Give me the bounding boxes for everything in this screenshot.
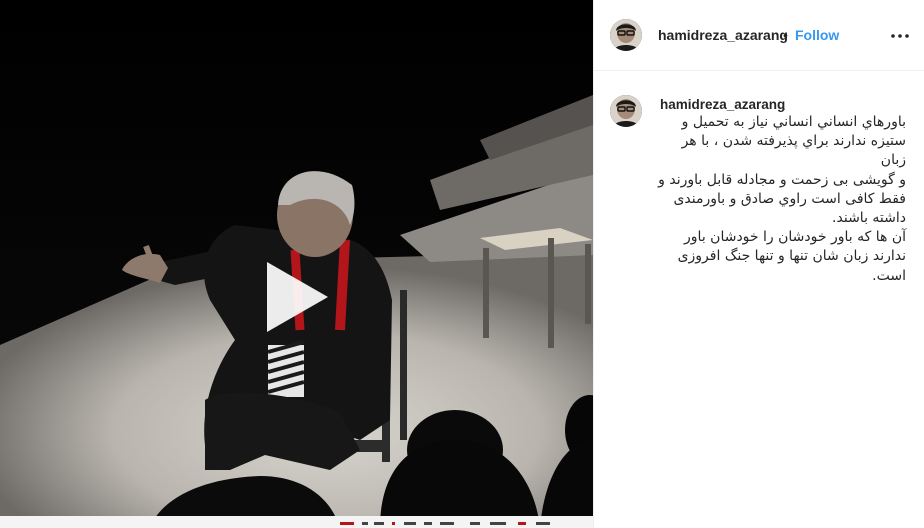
play-icon	[267, 262, 328, 332]
author-username[interactable]: hamidreza_azarang	[658, 27, 788, 43]
caption-line: ندارند زبان شان تنها و تنها جنگ افروزی	[677, 248, 906, 265]
caption-line: باورهاي انساني انساني نياز به تحميل و	[681, 114, 906, 130]
caption-line: و گويشی بی زحمت و مجادله قابل باورند و	[658, 171, 906, 188]
caption-avatar[interactable]	[610, 95, 642, 127]
caption-text: باورهاي انساني انساني نياز به تحميل و ست…	[658, 113, 906, 286]
caption-line: آن ها كه باور خودشان را خودشان باور	[684, 229, 906, 246]
post-sidebar: hamidreza_azarang • Follow hamidreza_aza…	[593, 0, 924, 528]
more-options-button[interactable]	[888, 24, 912, 48]
profile-avatar-icon	[610, 19, 642, 51]
caption-line: است.	[872, 267, 906, 284]
subtitle-fragment	[340, 522, 550, 525]
caption-username[interactable]: hamidreza_azarang	[660, 97, 785, 112]
striped-prop	[267, 340, 305, 397]
follow-button[interactable]: Follow	[795, 27, 839, 43]
caption-line: داشته باشند.	[832, 210, 906, 227]
caption-line: فقط كافی است راوي صادق و باورمندی	[673, 190, 906, 207]
caption-username-suffix: .	[782, 97, 786, 113]
header-separator: •	[783, 27, 788, 43]
post-header: hamidreza_azarang • Follow	[594, 0, 924, 71]
caption-line: ستيزه ندارند براي پذيرفته شدن ، با هر زب…	[681, 133, 906, 169]
more-options-icon	[891, 34, 909, 38]
play-button[interactable]	[262, 262, 332, 332]
video-bottom-edge	[0, 516, 593, 528]
author-avatar[interactable]	[610, 19, 642, 51]
profile-avatar-icon	[610, 95, 642, 127]
post-video[interactable]	[0, 0, 593, 528]
